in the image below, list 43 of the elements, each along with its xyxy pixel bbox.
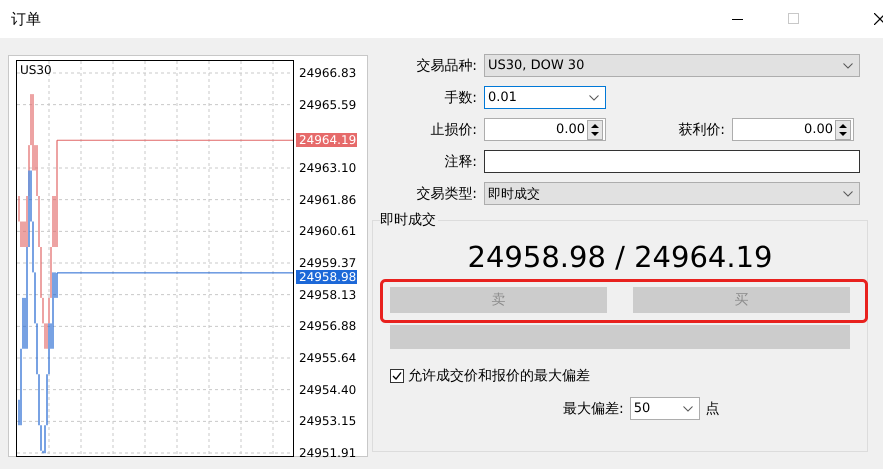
price-axis-label: 24953.15 [299, 415, 356, 428]
price-axis-label: 24966.83 [299, 67, 356, 79]
price-axis-label: 24951.91 [299, 447, 356, 459]
chart-symbol: US30 [20, 63, 52, 77]
window-title: 订单 [11, 10, 41, 28]
symbol-dropdown[interactable]: US30, DOW 30 [484, 54, 860, 77]
checkbox[interactable] [390, 369, 404, 383]
close-icon[interactable] [874, 13, 883, 25]
field-label: 获利价: [677, 120, 725, 138]
price-axis-label: 24961.86 [299, 194, 356, 206]
group-title: 即时成交 [380, 211, 438, 229]
deviation-dropdown[interactable]: 50 [630, 397, 700, 420]
field-label: 注释: [443, 152, 477, 170]
volume-dropdown[interactable]: 0.01 [484, 86, 606, 109]
chevron-icon [843, 190, 853, 196]
price-axis-label: 24959.37 [299, 257, 356, 269]
price-axis-label: 24963.10 [299, 162, 356, 174]
price-axis-label: 24958.13 [299, 288, 356, 301]
quote-price: 24958.98 / 24964.19 [466, 239, 774, 276]
field-label: 最大偏差: [563, 400, 624, 418]
bid-price-tag: 24958.98 [296, 270, 357, 284]
comment-field[interactable] [484, 150, 860, 173]
minimize-icon[interactable] [732, 19, 743, 21]
chevron-icon [843, 62, 853, 68]
chevron-icon [589, 94, 599, 100]
spinner-icon[interactable] [835, 120, 851, 140]
field-label: 止损价: [429, 120, 477, 138]
take-profit-field[interactable]: 0.00 [732, 118, 854, 141]
field-label: 交易品种: [415, 56, 477, 74]
ask-price-tag: 24964.19 [296, 133, 357, 148]
price-axis-label: 24956.88 [299, 320, 356, 332]
price-axis-label: 24965.59 [299, 98, 356, 111]
order-type-dropdown[interactable]: 即时成交 [484, 182, 860, 205]
unit-label: 点 [706, 400, 720, 418]
price-axis-label: 24954.40 [299, 384, 356, 396]
field-label: 手数: [443, 88, 477, 106]
spinner-icon[interactable] [587, 120, 603, 140]
chevron-icon [682, 406, 693, 412]
stop-loss-field[interactable]: 0.00 [484, 118, 606, 141]
price-axis-label: 24960.61 [299, 225, 356, 238]
price-axis-label: 24955.64 [299, 352, 356, 364]
checkbox-label: 允许成交价和报价的最大偏差 [408, 367, 590, 385]
field-label: 交易类型: [415, 184, 477, 202]
